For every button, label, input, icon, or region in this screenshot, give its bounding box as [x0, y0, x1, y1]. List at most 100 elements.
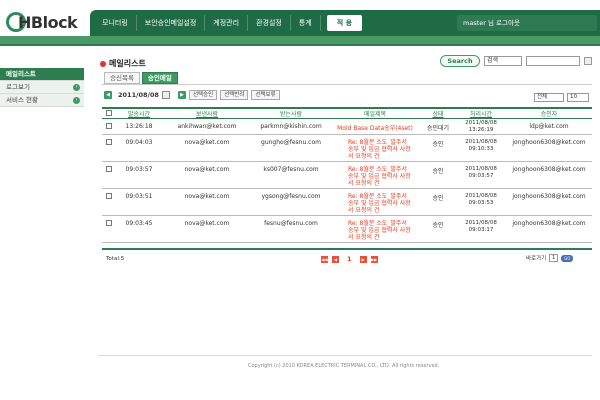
row-checkbox[interactable] [106, 166, 112, 172]
main-nav-bar: 모니터링 보안승인메일설정 계정관리 환경설정 통계 적 용 master 님 … [90, 10, 600, 36]
row-checkbox[interactable] [106, 139, 112, 145]
header-band [0, 36, 600, 44]
cell-processed-time: 2011/08/08 09:10:33 [456, 134, 506, 162]
cell-recipient: ks007@fesnu.com [252, 161, 330, 189]
row-select-cell [102, 188, 116, 216]
chevron-right-icon: › [73, 97, 80, 104]
cell-processed-time: 2011/08/08 09:03:17 [456, 215, 506, 243]
cell-recipient: gungho@fesnu.com [252, 134, 330, 162]
cell-subject-link[interactable]: Mold Base Data송부(4set) [330, 118, 420, 135]
status-filter-select[interactable]: 전체 [534, 93, 564, 102]
tab-approved-mail[interactable]: 승인메일 [141, 72, 178, 84]
user-logout-box[interactable]: master 님 로그아웃 [457, 15, 597, 31]
prev-date-button[interactable]: ◀ [104, 91, 112, 99]
row-select-cell [102, 161, 116, 189]
nav-apply-button[interactable]: 적 용 [326, 15, 363, 31]
reject-selected-button[interactable]: 선택반려 [220, 90, 249, 100]
cell-recipient: fesnu@fesnu.com [252, 215, 330, 243]
col-approver: 승인자 [506, 107, 592, 119]
table-row[interactable]: 09:03:51 nova@ket.com ygsong@fesnu.com R… [102, 188, 592, 216]
top-bar: HBlock 모니터링 보안승인메일설정 계정관리 환경설정 통계 적 용 ma… [0, 0, 600, 36]
search-field-select[interactable]: 검색 [484, 56, 522, 66]
cell-status: 승인 [420, 161, 456, 189]
cell-subject-link[interactable]: Re: 8월분 소도_발주서 송부 및 입금 협력사 사항서 요청의 건 [330, 215, 420, 243]
hblock-logo[interactable]: HBlock [6, 10, 86, 32]
select-all-checkbox[interactable] [106, 109, 112, 116]
col-status[interactable]: 상태 [420, 107, 456, 119]
row-select-cell [102, 134, 116, 162]
cell-send-time: 13:26:18 [116, 118, 162, 135]
row-checkbox[interactable] [106, 123, 112, 129]
col-sender[interactable]: 보낸사람 [162, 107, 252, 119]
goto-go-button[interactable]: GO [561, 254, 574, 262]
cell-sender: nova@ket.com [162, 188, 252, 216]
table-row[interactable]: 09:04:03 nova@ket.com gungho@fesnu.com R… [102, 134, 592, 162]
last-page-button[interactable]: ▶▶ [370, 255, 378, 263]
table-bottom-rule [102, 248, 592, 250]
page-title-text: 메일리스트 [109, 59, 146, 68]
next-date-button[interactable]: ▶ [177, 91, 186, 99]
next-page-button[interactable]: ▶ [359, 255, 367, 263]
footer-divider [98, 355, 592, 356]
page-title: 메일리스트 [100, 58, 146, 69]
header-band-line [0, 44, 600, 46]
nav-environment-settings[interactable]: 환경설정 [248, 15, 291, 31]
sidebar-item-label: 메일리스트 [6, 70, 36, 78]
nav-account-management[interactable]: 계정관리 [205, 15, 249, 31]
approve-selected-button[interactable]: 선택승인 [188, 90, 218, 100]
search-input[interactable] [526, 56, 580, 66]
col-send-time[interactable]: 발송시간 [116, 107, 162, 119]
cell-approver: jonghoon6308@ket.com [506, 188, 592, 216]
date-toolbar: ◀ 2011/08/08 ▶ 선택승인 선택반려 선택보류 [104, 90, 280, 100]
search-button[interactable]: Search [440, 55, 480, 67]
search-go-button[interactable] [584, 57, 592, 65]
goto-page-input[interactable]: 1 [549, 254, 559, 262]
cell-status: 승인 [420, 215, 456, 243]
prev-page-button[interactable]: ◀ [332, 255, 339, 263]
table-row[interactable]: 13:26:18 ankihwan@ket.com parkmn@kishin.… [102, 118, 592, 135]
cell-status: 승인 [420, 188, 456, 216]
table-row[interactable]: 09:03:57 nova@ket.com ks007@fesnu.com Re… [102, 161, 592, 189]
nav-security-mail-settings[interactable]: 보안승인메일설정 [137, 15, 206, 31]
cell-sender: nova@ket.com [162, 161, 252, 189]
title-bullet-icon [100, 60, 106, 67]
table-row[interactable]: 09:03:45 nova@ket.com fesnu@fesnu.com Re… [102, 215, 592, 243]
cell-approver: ldp@ket.com [506, 118, 592, 135]
cell-send-time: 09:03:45 [116, 215, 162, 243]
main-nav: 모니터링 보안승인메일설정 계정관리 환경설정 통계 적 용 [94, 15, 363, 31]
first-page-button[interactable]: ◀◀ [321, 255, 328, 263]
cell-recipient: parkmn@kishin.com [252, 118, 330, 135]
calendar-icon[interactable] [161, 91, 170, 99]
row-checkbox[interactable] [106, 193, 112, 199]
list-filters: 전체 10 [531, 93, 589, 102]
row-select-cell [102, 215, 116, 243]
sidebar-item-mail-list[interactable]: 메일리스트 [0, 68, 84, 81]
tab-bar: 승신목록 승인메일 [104, 72, 180, 84]
col-recipient: 받는사람 [252, 107, 330, 119]
cell-sender: nova@ket.com [162, 134, 252, 162]
logo-text: HBlock [18, 13, 78, 32]
nav-monitoring[interactable]: 모니터링 [94, 15, 137, 31]
cell-status: 승인대기 [420, 118, 456, 135]
search-select-value: 검색 [487, 57, 499, 64]
sidebar-item-label: 서비스 현황 [6, 96, 38, 104]
cell-subject-link[interactable]: Re: 8월분 소도_발주서 송부 및 입금 협력사 사항서 요청의 건 [330, 134, 420, 162]
cell-subject-link[interactable]: Re: 8월분 소도_발주서 송부 및 입금 협력사 사항서 요청의 건 [330, 161, 420, 189]
page-size-select[interactable]: 10 [567, 93, 589, 102]
tab-divider [102, 84, 592, 85]
col-subject-label: 메일제목 [363, 111, 387, 118]
sidebar-item-service-status[interactable]: 서비스 현황 › [0, 94, 84, 107]
goto-page: 바로가기 1 GO [526, 254, 574, 262]
nav-statistics[interactable]: 통계 [291, 15, 321, 31]
cell-subject-link[interactable]: Re: 8월분 소도_발주서 송부 및 입금 협력사 사항서 요청의 건 [330, 188, 420, 216]
sidebar-item-log-view[interactable]: 로그보기 › [0, 81, 84, 94]
hold-selected-button[interactable]: 선택보류 [251, 90, 280, 100]
cell-send-time: 09:04:03 [116, 134, 162, 162]
row-checkbox[interactable] [106, 220, 112, 226]
tab-sent-list[interactable]: 승신목록 [104, 72, 140, 84]
search-button-label: Search [447, 57, 473, 65]
current-page[interactable]: 1 [347, 255, 352, 263]
col-processed-time[interactable]: 처리시간 [456, 107, 506, 119]
user-logout-text[interactable]: master 님 로그아웃 [457, 19, 520, 27]
total-count: Total:5 [106, 256, 125, 262]
